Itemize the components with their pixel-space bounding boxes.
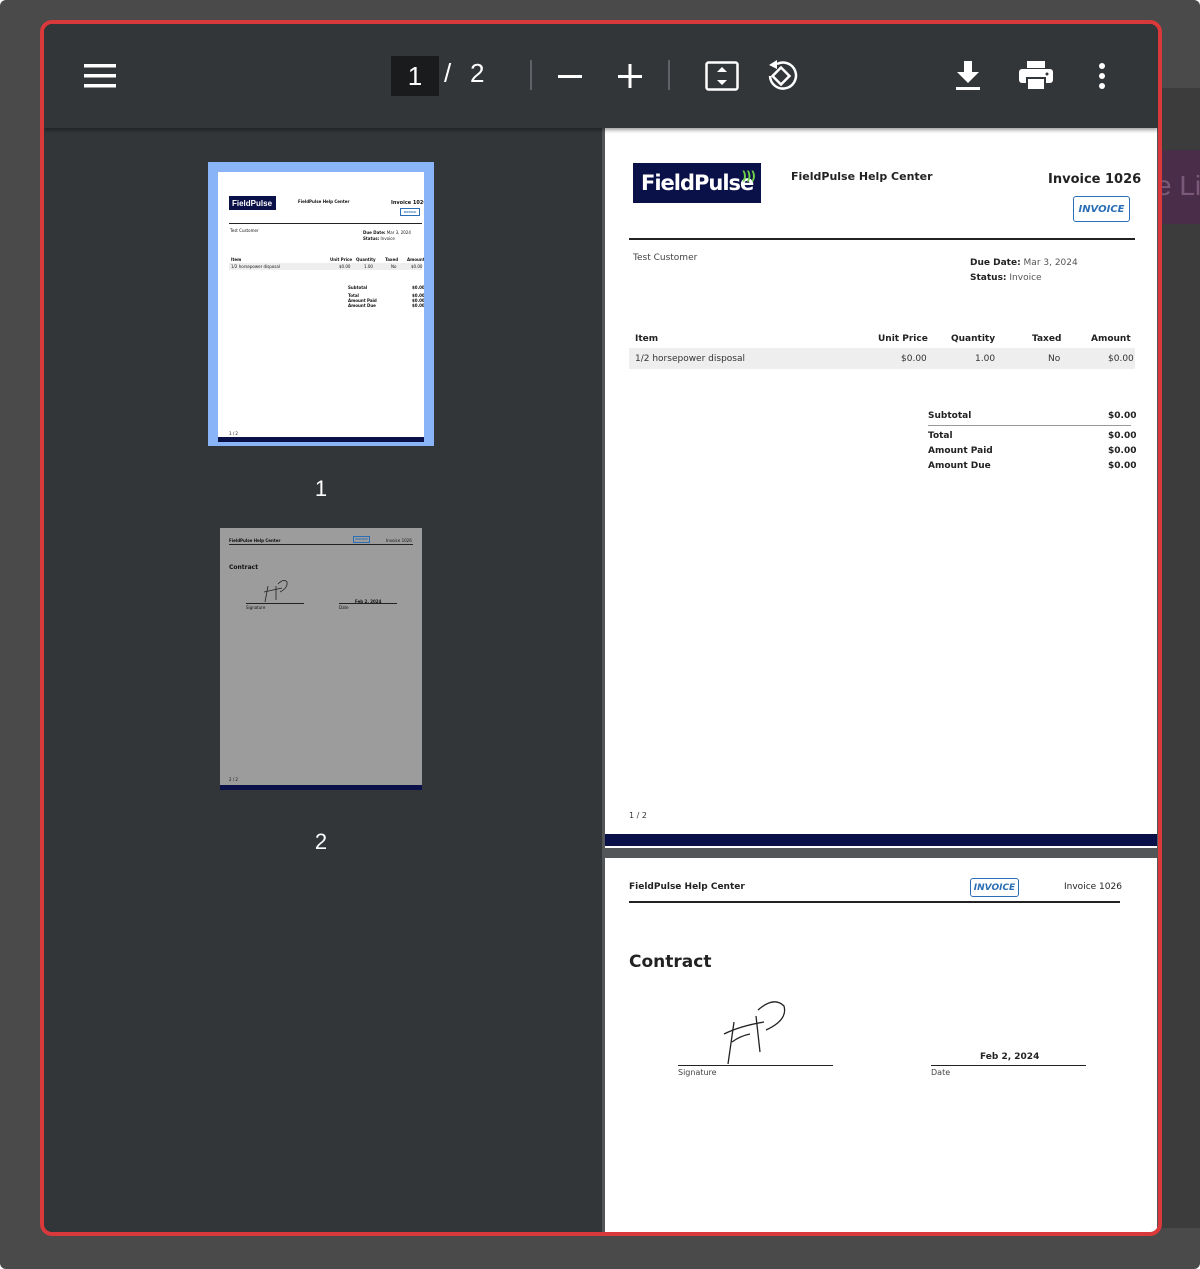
pdf-toolbar: 1 / 2 xyxy=(44,24,1158,128)
signature-date: Feb 2, 2024 xyxy=(980,1052,1040,1062)
status: Status: Invoice xyxy=(970,273,1042,283)
table-header-amount: Amount xyxy=(1091,334,1131,344)
current-page-input[interactable]: 1 xyxy=(391,56,439,96)
signature-line xyxy=(678,1065,833,1066)
thumbnail-label-2: 2 xyxy=(314,829,328,854)
signature-label: Signature xyxy=(678,1068,717,1077)
table-header-unit-price: Unit Price xyxy=(878,334,928,344)
header-divider xyxy=(629,238,1135,240)
table-cell-item: 1/2 horsepower disposal xyxy=(635,354,745,364)
zoom-out-icon[interactable] xyxy=(550,56,590,96)
page-separator: / xyxy=(444,58,452,88)
pdf-viewer: 1 / 2 FieldPulse FieldPulse Help Center … xyxy=(40,20,1162,1236)
total-pages: 2 xyxy=(470,58,485,88)
thumbnail-sidebar: FieldPulse FieldPulse Help Center Invoic… xyxy=(44,128,602,1232)
signature-image xyxy=(723,1001,786,1065)
thumbnail-label-1: 1 xyxy=(314,476,328,501)
background-panel xyxy=(1160,88,1200,1228)
contract-header-divider xyxy=(629,901,1120,903)
menu-icon[interactable] xyxy=(80,56,120,96)
company-name: FieldPulse Help Center xyxy=(791,170,933,183)
date-line xyxy=(931,1065,1086,1066)
fieldpulse-logo: FieldPulse))) xyxy=(633,163,761,203)
zoom-in-icon[interactable] xyxy=(610,56,650,96)
amount-paid-label: Amount Paid xyxy=(928,446,993,456)
print-icon[interactable] xyxy=(1016,56,1056,96)
footer-bar xyxy=(605,834,1157,846)
amount-paid-value: $0.00 xyxy=(1108,446,1137,456)
table-cell-quantity: 1.00 xyxy=(975,354,996,364)
contract-heading: Contract xyxy=(629,952,712,972)
date-label: Date xyxy=(931,1068,951,1077)
background-banner-text: e Li xyxy=(1162,170,1200,201)
due-date: Due Date: Mar 3, 2024 xyxy=(970,258,1078,268)
background-banner: e Li xyxy=(1162,150,1200,224)
thumbnail-page-2[interactable]: FieldPulse Help Center INVOICE Invoice 1… xyxy=(220,528,422,790)
table-header-item: Item xyxy=(635,334,659,344)
download-icon[interactable] xyxy=(948,56,988,96)
total-value: $0.00 xyxy=(1108,431,1137,441)
document-view: FieldPulse))) FieldPulse Help Center Inv… xyxy=(602,128,1158,1232)
thumbnail-page-1[interactable]: FieldPulse FieldPulse Help Center Invoic… xyxy=(208,162,434,446)
invoice-title: Invoice 1026 xyxy=(1048,172,1142,187)
invoice-page: FieldPulse))) FieldPulse Help Center Inv… xyxy=(605,128,1157,848)
rotate-icon[interactable] xyxy=(762,56,802,96)
toolbar-divider xyxy=(530,60,532,90)
thumbnail-logo: FieldPulse xyxy=(229,196,276,210)
subtotal-label: Subtotal xyxy=(928,411,972,421)
table-cell-taxed: No xyxy=(1048,354,1061,364)
table-cell-unit-price: $0.00 xyxy=(901,354,927,364)
customer-name: Test Customer xyxy=(633,253,698,263)
table-cell-amount: $0.00 xyxy=(1108,354,1134,364)
contract-company-name: FieldPulse Help Center xyxy=(629,882,745,892)
contract-invoice-badge: INVOICE xyxy=(970,878,1019,897)
amount-due-value: $0.00 xyxy=(1108,461,1137,471)
table-header-taxed: Taxed xyxy=(1032,334,1062,344)
amount-due-label: Amount Due xyxy=(928,461,991,471)
total-label: Total xyxy=(928,431,953,441)
invoice-badge: INVOICE xyxy=(1073,196,1130,222)
contract-invoice-title: Invoice 1026 xyxy=(1064,882,1122,892)
contract-page: FieldPulse Help Center INVOICE Invoice 1… xyxy=(605,858,1157,1232)
fit-to-page-icon[interactable] xyxy=(702,56,742,96)
more-options-icon[interactable] xyxy=(1082,56,1122,96)
toolbar-divider xyxy=(668,60,670,90)
thumbnail-page-1-preview: FieldPulse FieldPulse Help Center Invoic… xyxy=(218,172,424,442)
page-indicator: 1 / 2 xyxy=(629,811,647,820)
totals-divider xyxy=(928,425,1131,426)
subtotal-value: $0.00 xyxy=(1108,411,1137,421)
table-header-quantity: Quantity xyxy=(951,334,996,344)
